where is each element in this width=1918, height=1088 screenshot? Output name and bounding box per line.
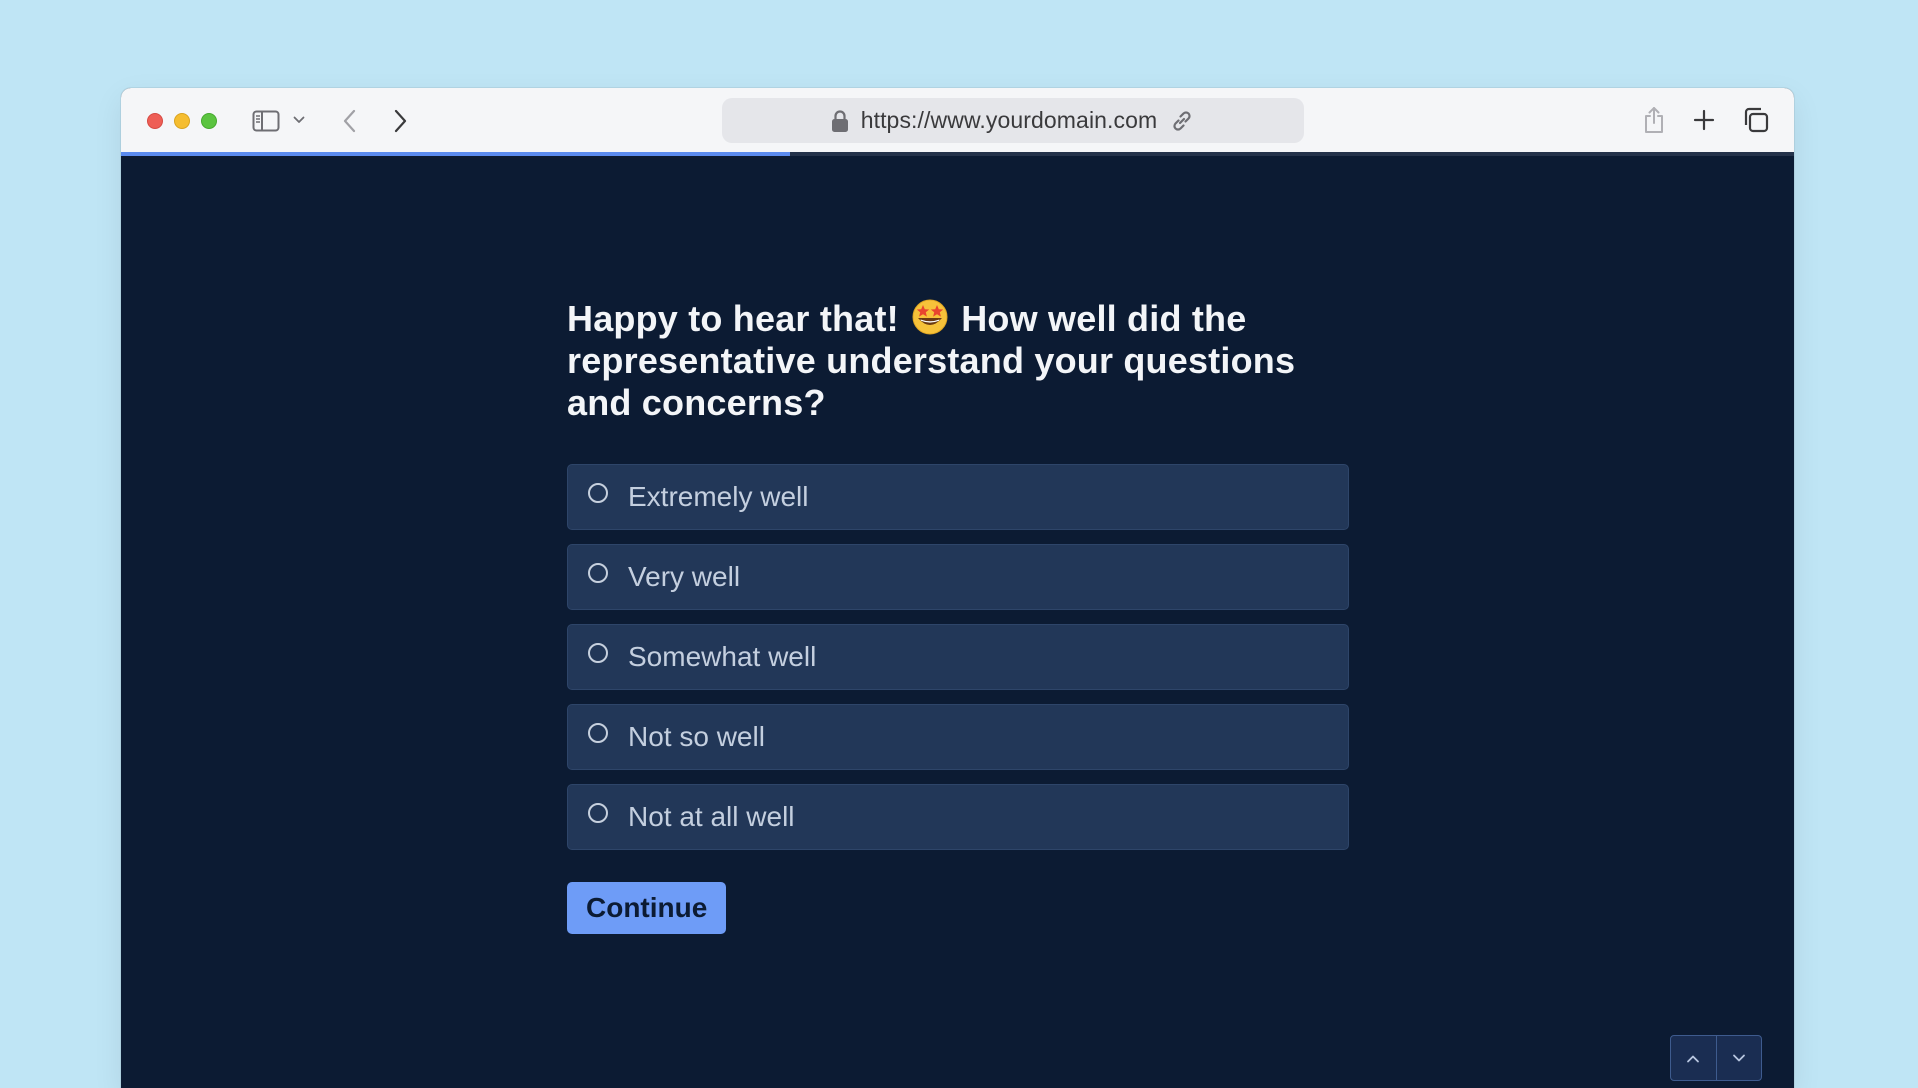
form-progress-fill — [121, 152, 791, 156]
radio-circle-icon — [588, 723, 608, 743]
chevron-down-icon[interactable] — [291, 112, 307, 128]
link-icon[interactable] — [1169, 108, 1195, 134]
star-struck-emoji-icon — [911, 298, 949, 336]
tabs-overview-icon[interactable] — [1742, 106, 1770, 134]
back-icon[interactable] — [338, 107, 362, 135]
answer-option[interactable]: Not so well — [567, 704, 1349, 770]
browser-window: https://www.yourdomain.com Happy to hear… — [121, 88, 1794, 1088]
close-window-button[interactable] — [147, 113, 163, 129]
chevron-up-icon — [1686, 1054, 1700, 1063]
radio-circle-icon — [588, 563, 608, 583]
radio-circle-icon — [588, 643, 608, 663]
maximize-window-button[interactable] — [201, 113, 217, 129]
answer-option-label: Not at all well — [628, 801, 795, 832]
radio-circle-icon — [588, 483, 608, 503]
answer-option[interactable]: Extremely well — [567, 464, 1349, 530]
question-form: Happy to hear that! How well did the rep… — [567, 298, 1349, 934]
url-text: https://www.yourdomain.com — [860, 107, 1158, 133]
browser-toolbar: https://www.yourdomain.com — [121, 88, 1794, 153]
next-question-button[interactable] — [1715, 1036, 1762, 1080]
form-progress-bar — [121, 152, 1794, 156]
answer-options: Extremely well Very well Somewhat well Not … — [567, 464, 1349, 850]
answer-option-label: Very well — [628, 561, 741, 592]
question-text-intro: Happy to hear that! — [567, 298, 899, 339]
question-text: Happy to hear that! How well did the rep… — [567, 298, 1349, 424]
lock-icon — [831, 109, 849, 133]
chevron-down-icon — [1732, 1054, 1746, 1063]
answer-option[interactable]: Very well — [567, 544, 1349, 610]
sidebar-icon[interactable] — [251, 107, 281, 135]
radio-circle-icon — [588, 803, 608, 823]
answer-option-label: Not so well — [628, 721, 765, 752]
answer-option[interactable]: Not at all well — [567, 784, 1349, 850]
question-navigation — [1670, 1035, 1762, 1081]
continue-button[interactable]: Continue — [567, 882, 727, 934]
address-bar[interactable]: https://www.yourdomain.com — [722, 98, 1304, 143]
new-tab-icon[interactable] — [1691, 107, 1717, 133]
share-icon[interactable] — [1641, 104, 1667, 136]
previous-question-button[interactable] — [1671, 1036, 1716, 1080]
answer-option[interactable]: Somewhat well — [567, 624, 1349, 690]
forward-icon[interactable] — [388, 107, 412, 135]
answer-option-label: Somewhat well — [628, 641, 817, 672]
answer-option-label: Extremely well — [628, 481, 809, 512]
minimize-window-button[interactable] — [174, 113, 190, 129]
